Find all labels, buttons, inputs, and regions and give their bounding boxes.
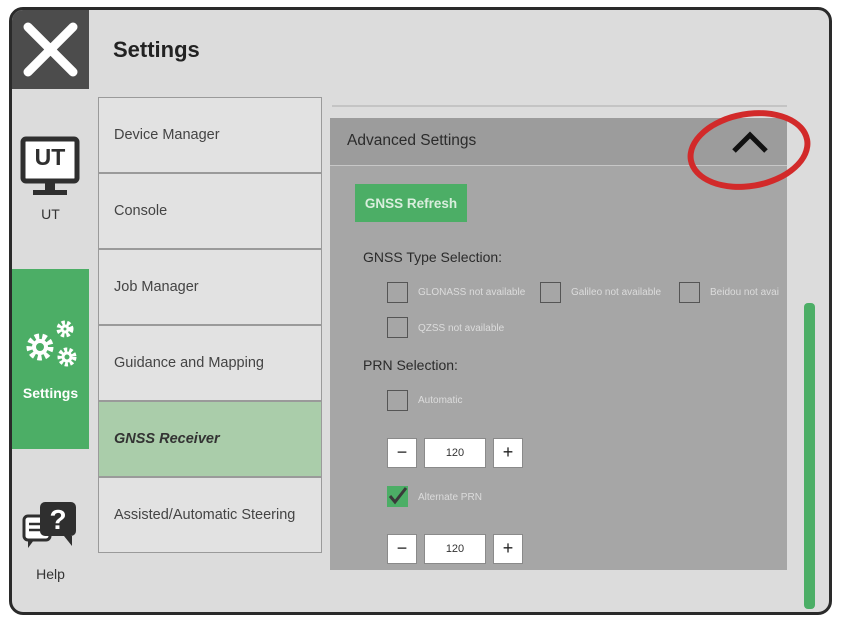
prn1-minus-button[interactable]: − bbox=[387, 438, 417, 468]
help-icon: ? bbox=[22, 502, 76, 548]
rail-label-help: Help bbox=[36, 566, 65, 582]
svg-text:?: ? bbox=[49, 504, 66, 535]
automatic-checkbox[interactable] bbox=[387, 390, 408, 411]
prn-selection-label: PRN Selection: bbox=[363, 357, 458, 373]
checkmark-icon bbox=[388, 487, 408, 505]
glonass-checkbox[interactable] bbox=[387, 282, 408, 303]
rail-label-ut: UT bbox=[41, 206, 60, 222]
page-title: Settings bbox=[113, 37, 200, 62]
menu-item-steering[interactable]: Assisted/Automatic Steering bbox=[98, 477, 322, 553]
prn2-minus-button[interactable]: − bbox=[387, 534, 417, 564]
app-window: Settings UT UT Settings ? Help Device Ma… bbox=[9, 7, 832, 615]
alternate-prn-label: Alternate PRN bbox=[418, 492, 482, 503]
galileo-checkbox[interactable] bbox=[540, 282, 561, 303]
menu-item-job-manager[interactable]: Job Manager bbox=[98, 249, 322, 325]
glonass-label: GLONASS not available bbox=[418, 287, 526, 298]
menu-item-label: Device Manager bbox=[114, 127, 220, 143]
prn1-plus-button[interactable]: + bbox=[493, 438, 523, 468]
menu-item-label: Job Manager bbox=[114, 279, 199, 295]
menu-item-label: Guidance and Mapping bbox=[114, 355, 264, 371]
automatic-label: Automatic bbox=[418, 395, 463, 406]
menu-item-label: Console bbox=[114, 203, 168, 219]
gnss-refresh-button[interactable]: GNSS Refresh bbox=[355, 184, 467, 222]
gears-icon bbox=[26, 320, 77, 367]
galileo-label: Galileo not available bbox=[571, 287, 662, 298]
scrollbar[interactable] bbox=[804, 303, 815, 609]
rail-item-settings[interactable]: Settings bbox=[12, 269, 89, 449]
menu-item-label: Assisted/Automatic Steering bbox=[114, 507, 296, 523]
menu-item-console[interactable]: Console bbox=[98, 173, 322, 249]
prn2-value-field[interactable]: 120 bbox=[424, 534, 486, 564]
beidou-label: Beidou not avai bbox=[710, 287, 779, 298]
menu-item-device-manager[interactable]: Device Manager bbox=[98, 97, 322, 173]
rail-label-settings: Settings bbox=[22, 385, 79, 401]
panel-title: Advanced Settings bbox=[347, 132, 477, 149]
menu-item-gnss-receiver[interactable]: GNSS Receiver bbox=[98, 401, 322, 477]
gnss-type-label: GNSS Type Selection: bbox=[363, 249, 503, 265]
prn2-plus-button[interactable]: + bbox=[493, 534, 523, 564]
divider bbox=[332, 105, 787, 107]
alternate-prn-checkbox[interactable] bbox=[387, 486, 408, 507]
rail-item-ut[interactable]: UT UT bbox=[12, 128, 89, 228]
qzss-label: QZSS not available bbox=[418, 323, 505, 334]
beidou-checkbox[interactable] bbox=[679, 282, 700, 303]
menu-item-guidance-mapping[interactable]: Guidance and Mapping bbox=[98, 325, 322, 401]
menu-item-label: GNSS Receiver bbox=[114, 431, 220, 447]
close-icon bbox=[23, 22, 78, 77]
rail-item-help[interactable]: ? Help bbox=[12, 488, 89, 598]
qzss-checkbox[interactable] bbox=[387, 317, 408, 338]
close-button[interactable] bbox=[12, 10, 89, 89]
prn1-value-field[interactable]: 120 bbox=[424, 438, 486, 468]
ut-screen-text: UT bbox=[34, 144, 66, 170]
